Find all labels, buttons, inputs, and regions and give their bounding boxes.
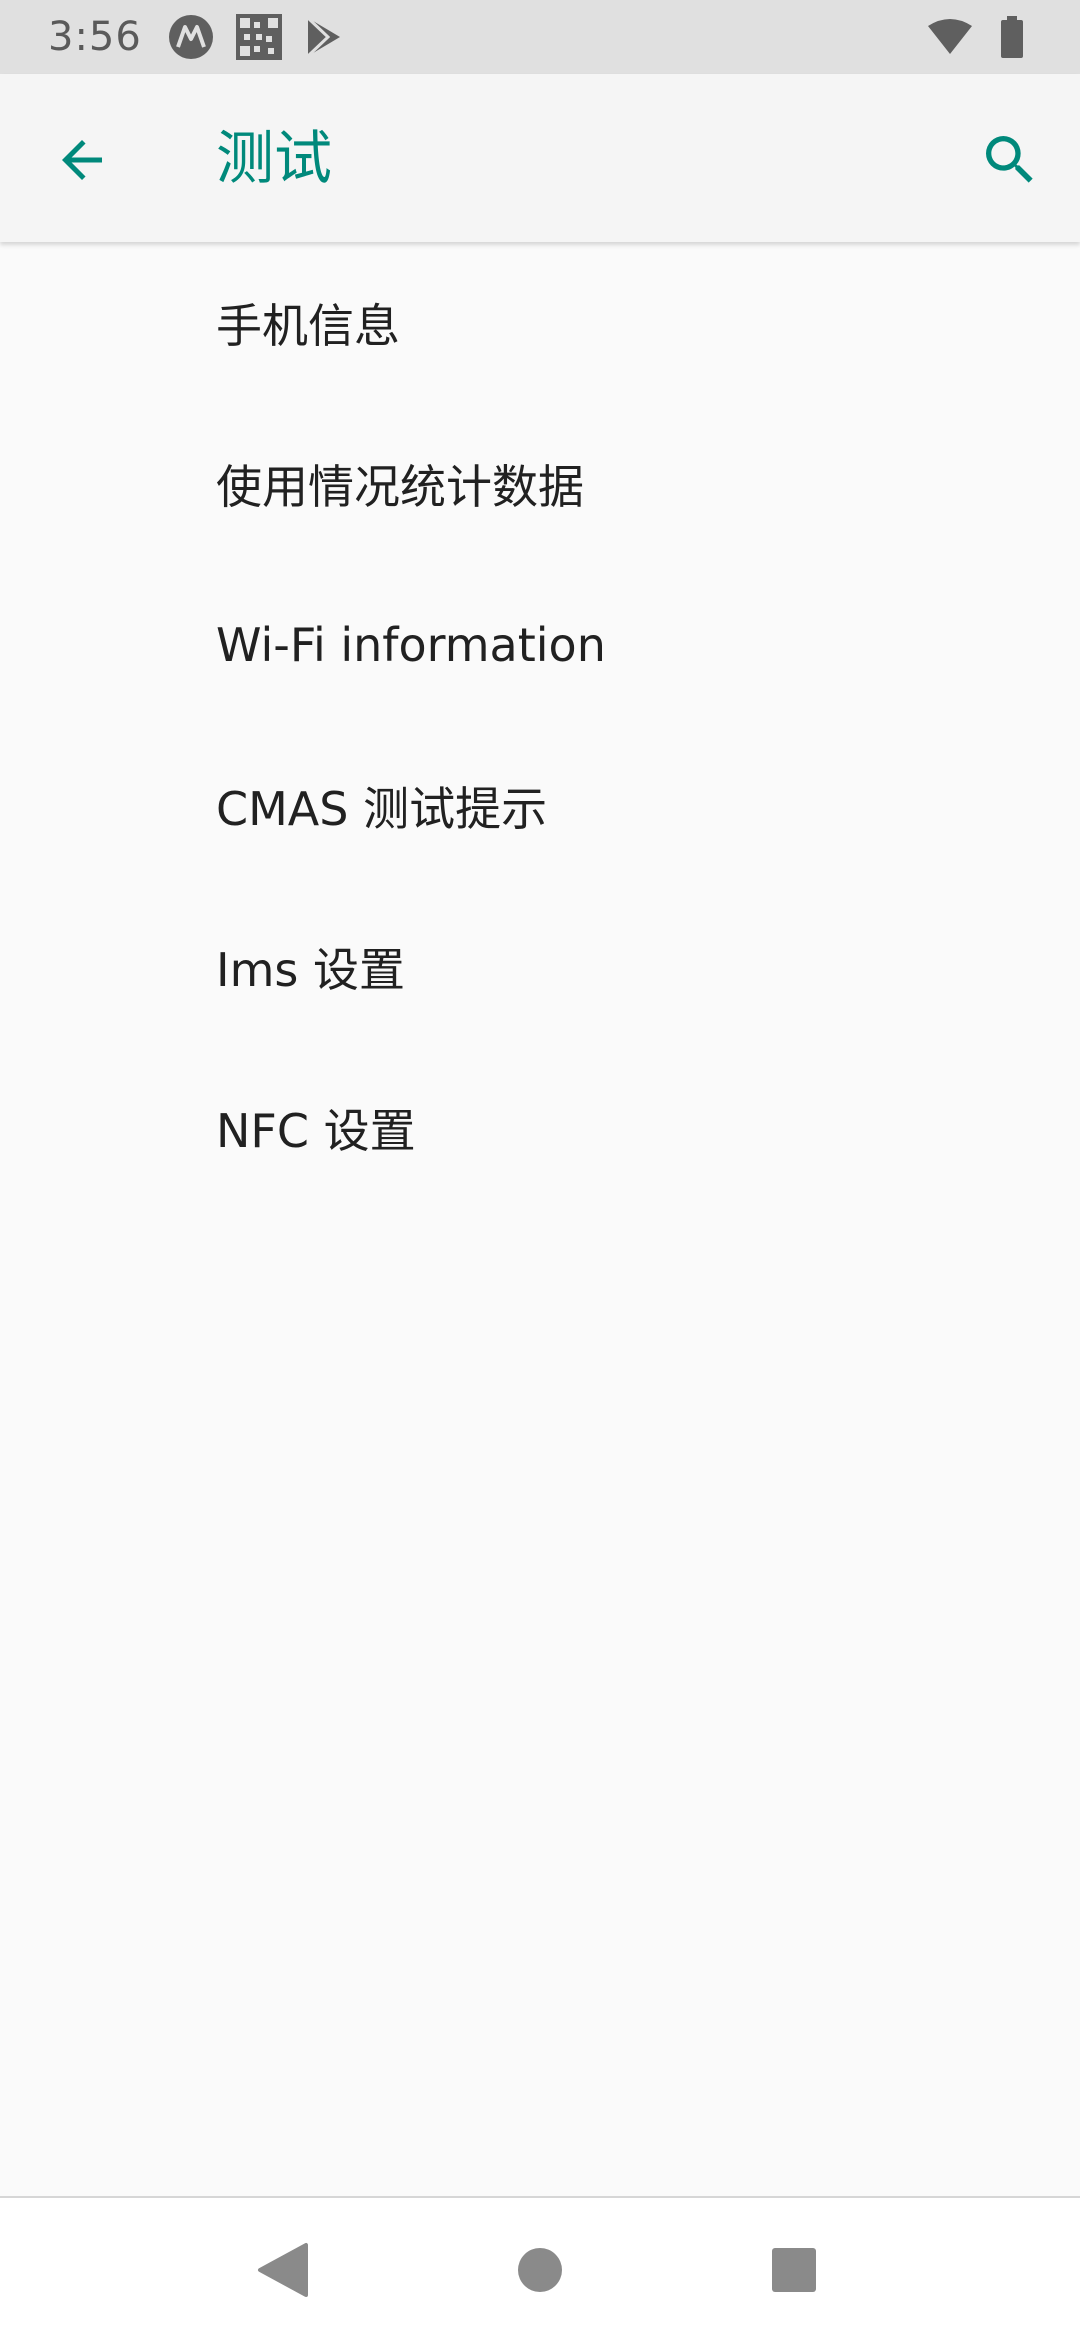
motorola-icon: [168, 14, 214, 60]
list-item-ims-settings[interactable]: Ims 设置: [0, 886, 1080, 1047]
list-item-cmas-test[interactable]: CMAS 测试提示: [0, 725, 1080, 886]
list-item-phone-info[interactable]: 手机信息: [0, 242, 1080, 403]
nav-recents-button[interactable]: [756, 2232, 832, 2308]
list-item-usage-stats[interactable]: 使用情况统计数据: [0, 403, 1080, 564]
app-bar: 测试: [0, 74, 1080, 242]
list-item-label: 手机信息: [216, 298, 400, 353]
list-item-label: Wi-Fi information: [216, 617, 606, 672]
list-item-label: 使用情况统计数据: [216, 459, 584, 514]
nav-home-icon: [518, 2248, 562, 2292]
list-item-label: Ims 设置: [216, 942, 405, 997]
back-button[interactable]: [40, 118, 124, 202]
search-button[interactable]: [968, 118, 1052, 202]
status-right-group: [900, 0, 1024, 74]
navigation-bar: [0, 2196, 1080, 2340]
settings-list: 手机信息 使用情况统计数据 Wi-Fi information CMAS 测试提…: [0, 242, 1080, 1208]
arrow-back-icon: [62, 140, 102, 180]
qr-code-icon: [235, 14, 282, 60]
status-time: 3:56: [48, 14, 142, 60]
battery-icon: [1000, 16, 1024, 58]
nav-home-button[interactable]: [502, 2232, 578, 2308]
nav-recents-icon: [772, 2248, 816, 2292]
nav-back-icon: [258, 2243, 308, 2297]
wifi-icon: [926, 18, 974, 56]
page-title: 测试: [216, 124, 333, 192]
list-item-wifi-information[interactable]: Wi-Fi information: [0, 564, 1080, 725]
list-item-nfc-settings[interactable]: NFC 设置: [0, 1047, 1080, 1208]
nav-back-button[interactable]: [244, 2232, 320, 2308]
status-bar: 3:56: [0, 0, 1080, 74]
play-store-icon: [304, 15, 344, 59]
list-item-label: CMAS 测试提示: [216, 781, 548, 836]
list-item-label: NFC 设置: [216, 1103, 416, 1158]
search-icon: [986, 136, 1033, 183]
